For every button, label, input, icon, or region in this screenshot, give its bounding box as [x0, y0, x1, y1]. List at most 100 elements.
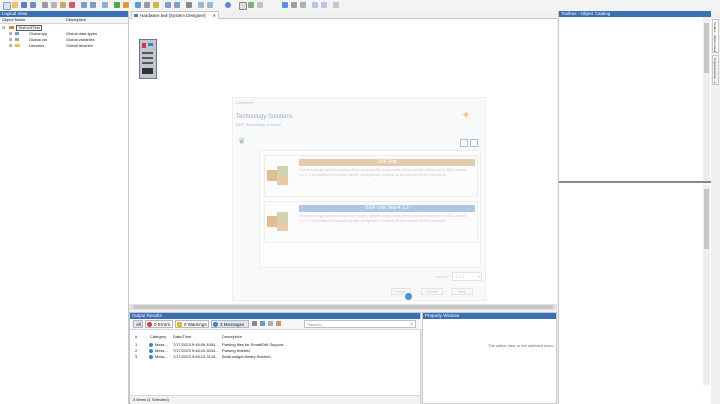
tree-item-label[interactable]: Libraries	[29, 43, 44, 48]
monitor-icon[interactable]	[144, 2, 150, 8]
close-icon[interactable]: ✕	[213, 12, 216, 19]
align-icon[interactable]	[207, 2, 213, 8]
table-row[interactable]: 3 Mess... 7/17/2023 9:48:10.3143... Buil…	[130, 354, 422, 359]
system-designer-canvas[interactable]: Extension Technology Solutions B&R Techn…	[129, 19, 557, 304]
tree-item-libraries[interactable]: ⊞ Libraries Global libraries	[0, 43, 128, 48]
toolbox-scrollbar[interactable]	[703, 17, 710, 183]
grid-icon[interactable]	[198, 2, 204, 8]
col-description[interactable]: Description	[66, 17, 86, 23]
layout-icon[interactable]	[257, 2, 263, 8]
row-category: Mess...	[155, 342, 168, 347]
filter-icon[interactable]	[276, 321, 281, 326]
find-icon[interactable]	[102, 2, 108, 8]
help-icon[interactable]	[225, 2, 231, 8]
view-icon[interactable]	[291, 2, 297, 8]
build-icon[interactable]	[114, 2, 120, 8]
export-icon[interactable]	[268, 321, 273, 326]
pointer-icon[interactable]	[239, 2, 247, 10]
save-icon[interactable]	[21, 2, 27, 8]
row-category: Mess...	[155, 348, 168, 353]
expand-icon[interactable]: ⊞	[9, 31, 12, 36]
solution-card-title: B&R Unit Test 4.1.2	[299, 205, 475, 212]
tree-item-desc: Global data types	[66, 31, 98, 36]
tree-item-project[interactable]: ⊟ TestUnitTest	[0, 25, 128, 31]
table-row[interactable]: 1 Mess... 7/17/2023 9:48:09.4054... Pars…	[130, 342, 422, 347]
copy-icon[interactable]	[51, 2, 57, 8]
solution-card-unit-test[interactable]: Unit Test This technology solution conta…	[264, 155, 478, 197]
zoom-out-icon[interactable]	[174, 2, 180, 8]
new-icon[interactable]	[3, 2, 11, 10]
row-description: Parsing finished	[222, 348, 251, 353]
info-icon	[149, 354, 153, 359]
connect-icon[interactable]	[248, 2, 254, 8]
side-tab-project-explorer[interactable]: Project Explorer - Logical	[712, 55, 719, 85]
col-num[interactable]: #	[135, 334, 137, 339]
tab-hardware[interactable]: Hardware.hwl [System Designer] ✕	[131, 11, 219, 19]
side-tab-toolbox[interactable]: Toolbox - Object Catalog	[712, 19, 719, 53]
zoom-icon[interactable]	[165, 2, 171, 8]
technology-solutions-dialog: Extension Technology Solutions B&R Techn…	[232, 97, 486, 301]
tree-item-global-typ[interactable]: ⊞ Global.typ Global data types	[0, 31, 128, 36]
window-icon[interactable]	[312, 2, 318, 8]
version-select[interactable]: 4.1.0 ▾	[452, 272, 482, 281]
toggle-icon[interactable]	[282, 2, 288, 8]
col-category[interactable]: Category	[150, 334, 166, 339]
filter-warnings-button[interactable]: 0 Warnings	[175, 320, 209, 328]
settings-icon[interactable]	[186, 2, 192, 8]
tree-item-label[interactable]: Global.typ	[29, 31, 47, 36]
warning-icon	[177, 322, 182, 327]
solution-card-br-unit-test[interactable]: B&R Unit Test 4.1.2 This technology solu…	[264, 201, 478, 243]
online-icon[interactable]	[135, 2, 141, 8]
properties-icon[interactable]	[300, 2, 306, 8]
output-filter-bar: All 0 Errors 0 Warnings 3 Messages Searc…	[130, 319, 422, 330]
undo-icon[interactable]	[81, 2, 87, 8]
tree-item-desc: Global variables	[66, 37, 95, 42]
filter-errors-button[interactable]: 0 Errors	[145, 320, 173, 328]
open-icon[interactable]	[12, 2, 18, 8]
view-list-icon[interactable]	[470, 139, 478, 147]
toolbox-splitter[interactable]	[559, 181, 711, 183]
expand-icon[interactable]: ⊞	[9, 37, 12, 42]
col-datetime[interactable]: Date/Time	[173, 334, 191, 339]
col-object-name[interactable]: Object Name	[2, 17, 25, 23]
cut-icon[interactable]	[42, 2, 48, 8]
collapse-icon[interactable]: ⊟	[2, 25, 5, 30]
save-all-icon[interactable]	[30, 2, 36, 8]
property-window-panel: Property Window The active view or the s…	[422, 312, 557, 404]
editor-horizontal-scrollbar[interactable]	[129, 304, 557, 310]
help-button[interactable]: Help	[451, 288, 473, 295]
view-tiles-icon[interactable]	[460, 139, 468, 147]
row-description: Parsing files for SmartEdit Support...	[222, 342, 287, 347]
property-window-title: Property Window	[423, 313, 556, 319]
paste-icon[interactable]	[60, 2, 66, 8]
redo-icon[interactable]	[90, 2, 96, 8]
copy-icon[interactable]	[252, 321, 257, 326]
row-datetime: 7/17/2023 9:48:10.3143...	[173, 354, 219, 359]
expand-icon[interactable]: ⊞	[9, 43, 12, 48]
debug-icon[interactable]	[153, 2, 159, 8]
editor-tab-strip: Hardware.hwl [System Designer] ✕	[129, 11, 557, 19]
toolbox-lower-scrollbar[interactable]	[703, 185, 710, 385]
delete-icon[interactable]	[69, 2, 75, 8]
extra-icon[interactable]	[321, 2, 327, 8]
toolbox-title: Toolbox - Object Catalog	[559, 11, 711, 17]
cancel-button[interactable]: Cancel	[421, 288, 443, 295]
clear-icon[interactable]	[260, 321, 265, 326]
tree-item-label[interactable]: Global.var	[29, 37, 47, 42]
search-icon[interactable]: ⌕	[410, 321, 413, 328]
tree-item-global-var[interactable]: ⊞ Global.var Global variables	[0, 37, 128, 42]
filter-messages-button[interactable]: 3 Messages	[211, 320, 249, 328]
transfer-icon[interactable]	[123, 2, 129, 8]
filter-messages-label: 3 Messages	[220, 322, 245, 327]
hardware-icon	[134, 14, 138, 17]
variable-icon	[15, 38, 19, 41]
output-search-box[interactable]: Search... ⌕	[304, 320, 416, 328]
logical-view-header: Object Name Description	[0, 17, 128, 24]
more-icon[interactable]	[333, 2, 339, 8]
plc-module[interactable]	[139, 39, 157, 79]
col-description[interactable]: Description	[222, 334, 242, 339]
solution-card-title: Unit Test	[299, 159, 475, 166]
table-row[interactable]: 2 Mess... 7/17/2023 9:48:10.3034... Pars…	[130, 348, 422, 353]
row-num: 1	[135, 342, 138, 347]
filter-all-button[interactable]: All	[133, 320, 143, 328]
